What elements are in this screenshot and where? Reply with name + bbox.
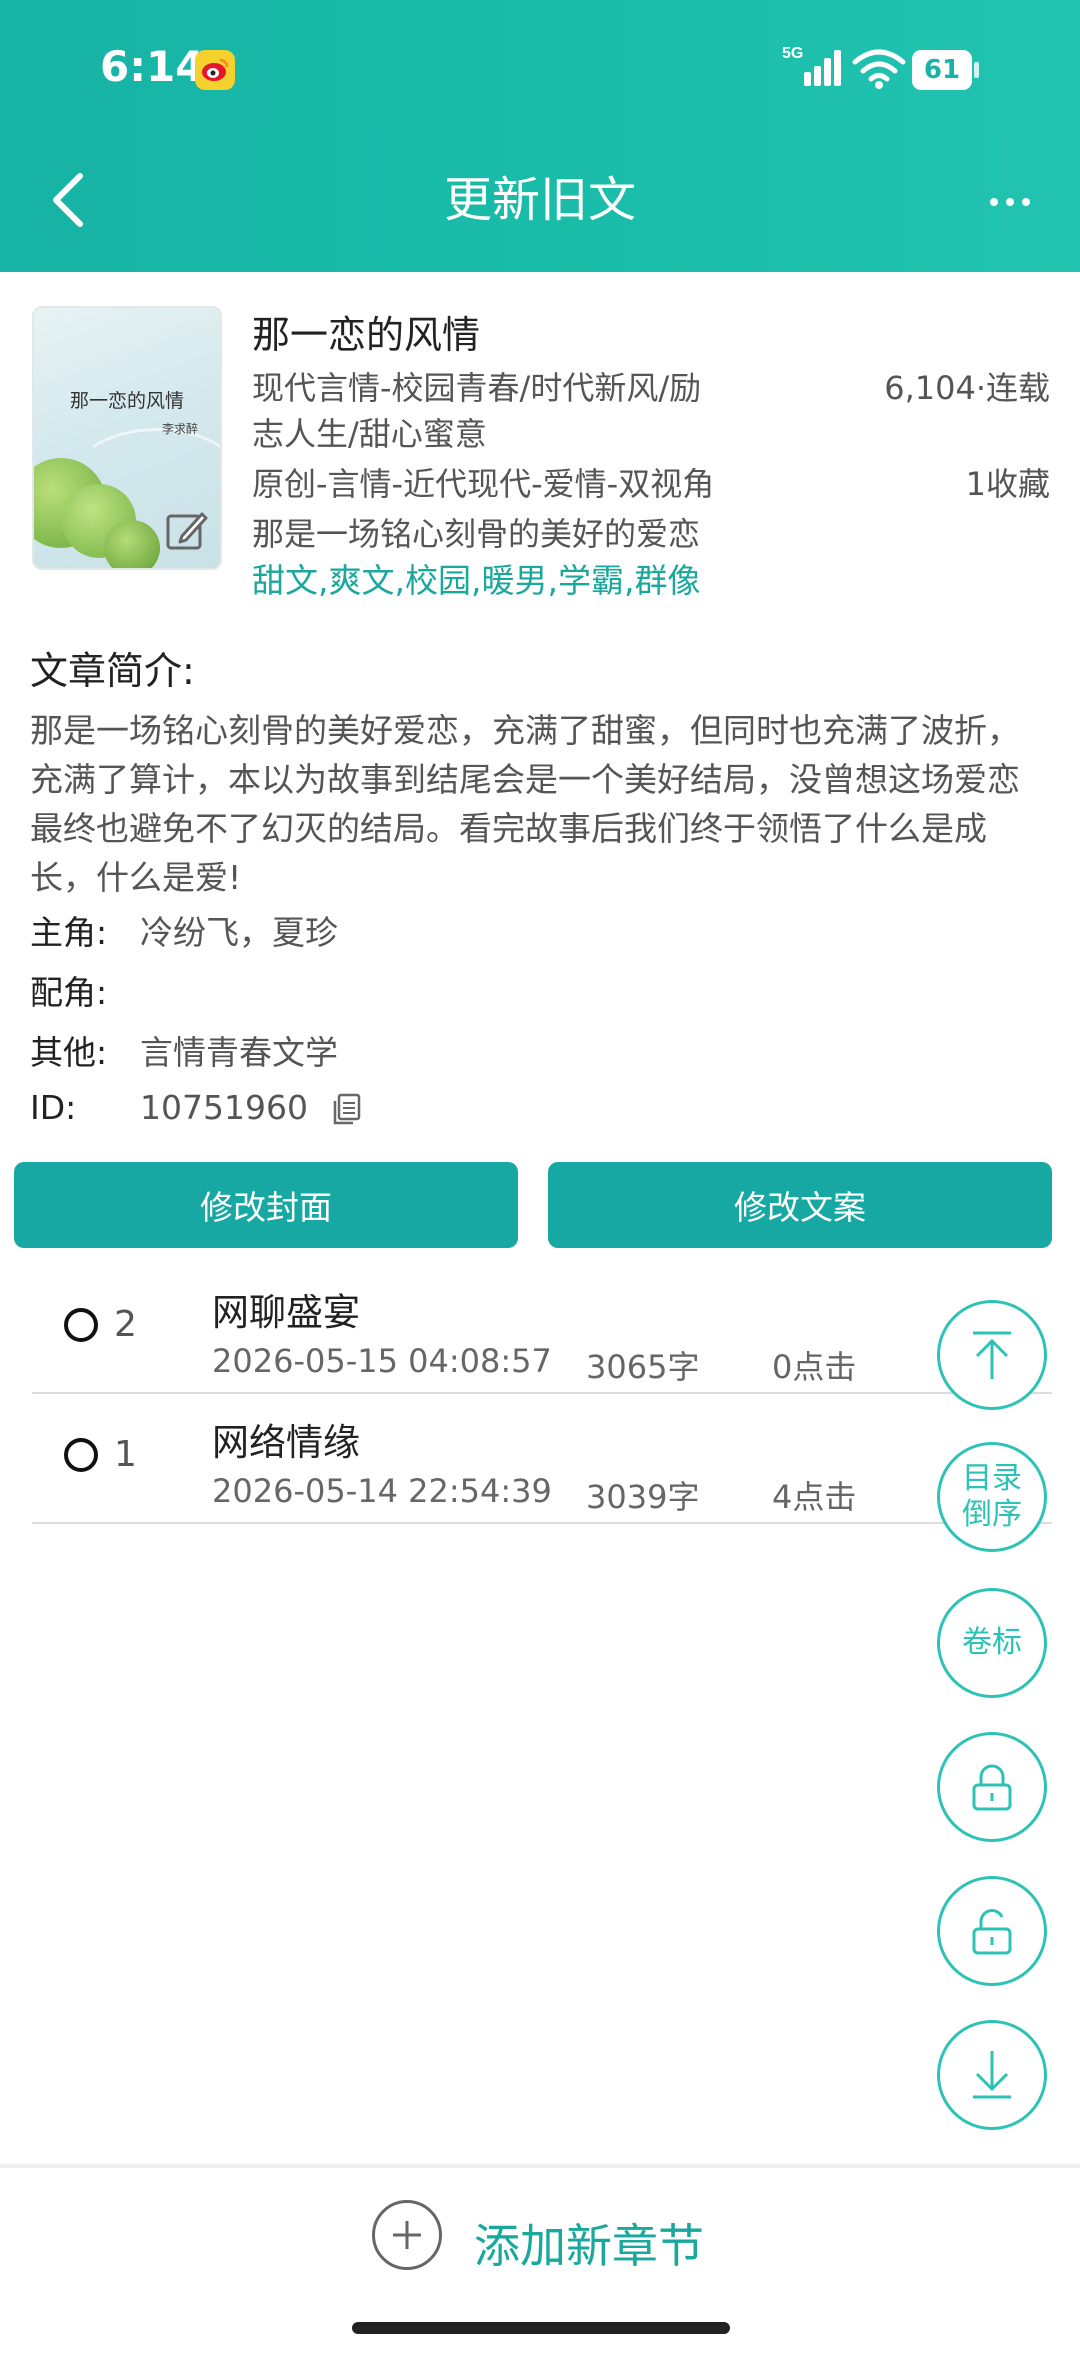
chapter-select-radio[interactable] — [64, 1438, 98, 1472]
chapter-row[interactable]: 2 网聊盛宴 2026-05-15 04:08:57 3065字 0点击 — [32, 1262, 1052, 1394]
scroll-to-bottom-button[interactable] — [937, 2020, 1047, 2130]
add-chapter-button[interactable]: 添加新章节 — [474, 2210, 704, 2276]
lead-label: 主角: — [30, 913, 108, 952]
battery-icon: 61 — [912, 50, 980, 90]
other-info: 其他: 言情青春文学 — [30, 1026, 338, 1074]
book-id: ID: 10751960 — [30, 1088, 361, 1127]
reverse-order-button[interactable]: 目录 倒序 — [937, 1442, 1047, 1552]
chapter-date: 2026-05-14 22:54:39 — [212, 1472, 552, 1510]
support-label: 配角: — [30, 973, 108, 1012]
word-count-status: 6,104·连载 — [884, 369, 1050, 407]
other-value: 言情青春文学 — [140, 1033, 338, 1072]
supporting-characters: 配角: — [30, 966, 107, 1014]
weibo-icon — [195, 50, 235, 90]
arrow-up-icon — [973, 1331, 1011, 1379]
chapter-clicks: 4点击 — [772, 1478, 857, 1516]
tag-list[interactable]: 甜文,爽文,校园,暖男,学霸,群像 — [252, 554, 700, 602]
unlock-icon — [972, 1909, 1012, 1955]
lock-button[interactable] — [937, 1732, 1047, 1842]
genre-line-2: 志人生/甜心蜜意 — [252, 415, 487, 453]
volume-label-button[interactable]: 卷标 — [937, 1588, 1047, 1698]
status-bar: 6:14 5G 61 — [0, 0, 1080, 130]
more-icon — [990, 198, 1030, 206]
id-value: 10751960 — [140, 1088, 308, 1127]
summary-title: 文章简介: — [30, 649, 195, 693]
copy-icon[interactable] — [330, 1092, 362, 1126]
page-title: 更新旧文 — [443, 172, 636, 228]
favorites-count: 1收藏 — [965, 465, 1050, 503]
chapter-date: 2026-05-15 04:08:57 — [212, 1342, 552, 1380]
summary-line: 长，什么是爱! — [30, 858, 242, 897]
chapter-number: 1 — [114, 1434, 137, 1475]
category-line: 原创-言情-近代现代-爱情-双视角 — [252, 465, 715, 503]
cellular-signal-icon: 5G — [782, 42, 848, 90]
edit-copy-button[interactable]: 修改文案 — [548, 1162, 1052, 1248]
chapter-select-radio[interactable] — [64, 1308, 98, 1342]
chapter-title: 网聊盛宴 — [212, 1291, 360, 1334]
edit-cover-button[interactable]: 修改封面 — [14, 1162, 518, 1248]
chapter-words: 3065字 — [586, 1348, 700, 1386]
unlock-button[interactable] — [937, 1876, 1047, 1986]
status-time: 6:14 — [100, 42, 205, 91]
more-menu-button[interactable] — [986, 180, 1034, 220]
lead-value: 冷纷飞，夏珍 — [140, 913, 338, 952]
other-label: 其他: — [30, 1033, 108, 1072]
edit-cover-icon[interactable] — [164, 508, 208, 552]
wifi-icon — [852, 48, 906, 90]
chapter-words: 3039字 — [586, 1478, 700, 1516]
summary-line: 充满了算计，本以为故事到结尾会是一个美好结局，没曾想这场爱恋 — [30, 760, 1020, 799]
summary-line: 最终也避免不了幻灭的结局。看完故事后我们终于领悟了什么是成 — [30, 809, 987, 848]
network-type: 5G — [782, 45, 803, 62]
arrow-down-icon — [973, 2051, 1011, 2099]
chapter-number: 2 — [114, 1304, 137, 1345]
lock-icon — [972, 1764, 1012, 1811]
book-tagline: 那是一场铭心刻骨的美好的爱恋 — [252, 515, 701, 553]
genre-line-1: 现代言情-校园青春/时代新风/励 — [252, 369, 702, 407]
book-cover[interactable]: 那一恋的风情 李求醉 — [32, 306, 222, 570]
chapter-clicks: 0点击 — [772, 1348, 857, 1386]
id-label: ID: — [30, 1088, 77, 1127]
cover-title: 那一恋的风情 — [70, 390, 185, 412]
lead-characters: 主角: 冷纷飞，夏珍 — [30, 906, 338, 954]
battery-level: 61 — [912, 50, 972, 90]
chapter-title: 网络情缘 — [212, 1421, 360, 1464]
chapter-row[interactable]: 1 网络情缘 2026-05-14 22:54:39 3039字 4点击 — [32, 1392, 1052, 1524]
cover-author: 李求醉 — [162, 422, 199, 436]
scroll-to-top-button[interactable] — [937, 1300, 1047, 1410]
add-chapter-icon[interactable] — [372, 2200, 442, 2270]
book-title: 那一恋的风情 — [252, 313, 481, 357]
home-indicator — [352, 2322, 730, 2334]
summary-text: 那是一场铭心刻骨的美好爱恋，充满了甜蜜，但同时也充满了波折， 充满了算计，本以为… — [30, 706, 1060, 902]
summary-line: 那是一场铭心刻骨的美好爱恋，充满了甜蜜，但同时也充满了波折， — [30, 711, 1020, 750]
